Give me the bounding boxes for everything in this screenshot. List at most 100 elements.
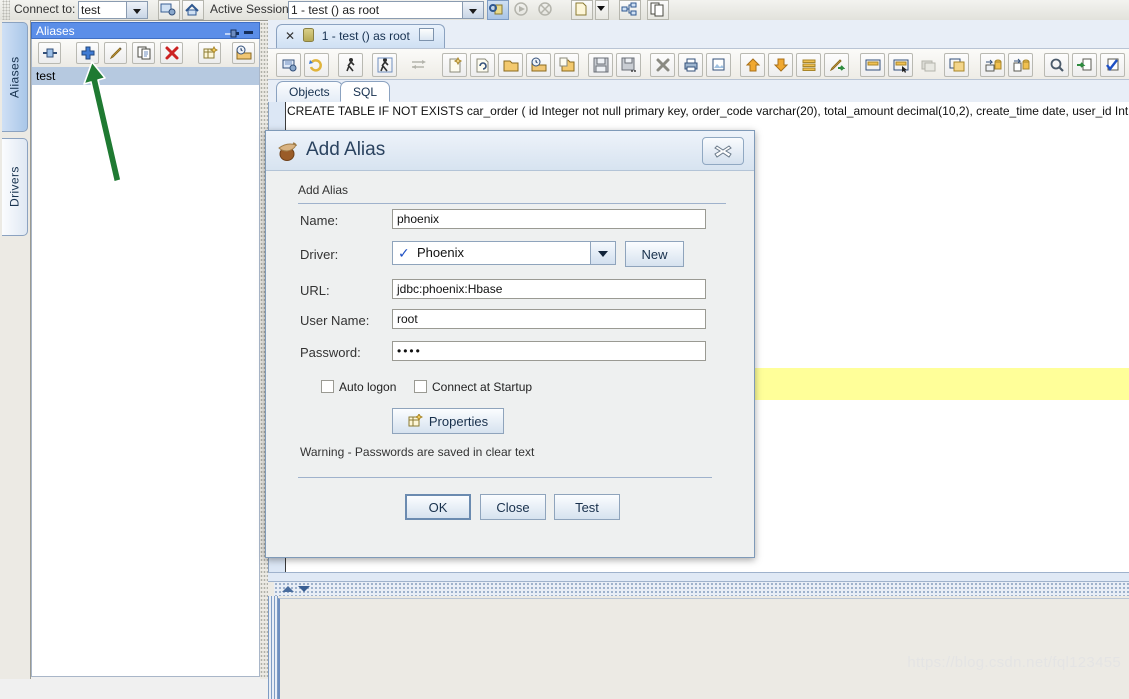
open-file-icon[interactable] — [498, 53, 523, 77]
sidebar-item-drivers[interactable]: Drivers — [2, 138, 28, 236]
stop-icon[interactable] — [535, 0, 557, 20]
list-item[interactable]: test — [32, 67, 259, 85]
sql-text: CREATE TABLE IF NOT EXISTS car_order ( i… — [287, 104, 1129, 118]
password-label: Password: — [300, 345, 361, 360]
tab-session-1[interactable]: ✕ 1 - test () as root — [276, 24, 446, 48]
panel-left-icon[interactable] — [860, 53, 885, 77]
sub-tab-label: SQL — [353, 85, 378, 99]
new-table-icon[interactable] — [198, 42, 221, 64]
chevron-down-icon[interactable] — [590, 242, 615, 264]
horizontal-split-divider[interactable] — [268, 572, 1129, 582]
results-header[interactable] — [274, 582, 1129, 596]
connect-session-icon[interactable] — [276, 53, 301, 77]
panel-stack-icon[interactable] — [916, 53, 941, 77]
squirrel-sql-window: Connect to: test Active Session: 1 - tes… — [0, 0, 1129, 699]
validate-icon[interactable] — [1100, 53, 1125, 77]
group-divider — [298, 203, 726, 204]
connect-at-startup-checkbox[interactable] — [414, 380, 427, 393]
left-tab-strip: Aliases Drivers — [0, 20, 31, 679]
move-up-icon[interactable] — [740, 53, 765, 77]
session-toolbar — [268, 48, 1129, 80]
print-preview-icon[interactable] — [706, 53, 731, 77]
sidebar-item-aliases[interactable]: Aliases — [2, 22, 28, 132]
restore-window-icon[interactable] — [419, 28, 435, 41]
open-recent-icon[interactable] — [526, 53, 551, 77]
properties-label: Properties — [428, 413, 489, 429]
save-as-icon[interactable] — [616, 53, 641, 77]
minimize-icon[interactable] — [244, 31, 253, 34]
database-icon — [303, 28, 315, 42]
password-warning: Warning - Passwords are saved in clear t… — [300, 445, 535, 459]
modify-alias-icon[interactable] — [104, 42, 127, 64]
close-icon[interactable] — [702, 137, 744, 165]
driver-combo[interactable]: ✓ Phoenix — [392, 241, 616, 265]
results-body[interactable] — [278, 598, 1129, 699]
edit-script-icon[interactable] — [824, 53, 849, 77]
pin-icon[interactable] — [225, 27, 239, 38]
test-button[interactable]: Test — [554, 494, 620, 520]
hierarchy-icon[interactable] — [619, 0, 641, 20]
collapse-down-icon[interactable] — [298, 586, 310, 592]
new-sql-wizard-icon[interactable] — [470, 53, 495, 77]
run-current-sql-icon[interactable] — [372, 53, 397, 77]
open-recent-icon[interactable] — [232, 42, 255, 64]
copy-alias-icon[interactable] — [132, 42, 155, 64]
tab-sql[interactable]: SQL — [340, 81, 391, 102]
chevron-down-icon[interactable] — [462, 2, 483, 18]
new-file-icon[interactable] — [571, 0, 593, 20]
format-icon[interactable] — [796, 53, 821, 77]
toolbar-grip[interactable] — [2, 0, 10, 20]
username-label: User Name: — [300, 313, 370, 328]
connect-to-combo[interactable]: test — [78, 1, 148, 19]
session-properties-icon[interactable] — [487, 0, 509, 20]
password-input[interactable]: •••• — [392, 341, 706, 361]
name-input[interactable]: phoenix — [392, 209, 706, 229]
tab-objects[interactable]: Objects — [276, 81, 343, 102]
new-driver-button[interactable]: New — [625, 241, 684, 267]
close-session-icon[interactable] — [650, 53, 675, 77]
connect-new-icon[interactable] — [158, 0, 180, 20]
dialog-title: Add Alias — [306, 139, 386, 160]
close-label: Close — [496, 499, 530, 515]
run-icon[interactable] — [511, 0, 533, 20]
aliases-list[interactable]: test — [31, 67, 260, 677]
button-row-divider — [298, 477, 712, 478]
copy-file-icon[interactable] — [554, 53, 579, 77]
auto-logon-checkbox[interactable] — [321, 380, 334, 393]
reconnect-icon[interactable] — [182, 0, 204, 20]
collapse-up-icon[interactable] — [282, 586, 294, 592]
chevron-down-icon[interactable] — [126, 2, 147, 18]
driver-value: Phoenix — [417, 245, 464, 260]
dialog-body: Add Alias Name: phoenix Driver: ✓ Phoeni… — [280, 175, 740, 545]
panel-select-icon[interactable] — [888, 53, 913, 77]
results-rail — [268, 596, 278, 699]
check-icon: ✓ — [398, 245, 410, 261]
ok-button[interactable]: OK — [405, 494, 471, 520]
aliases-toolbar — [31, 39, 260, 67]
new-sql-icon[interactable] — [442, 53, 467, 77]
username-input[interactable]: root — [392, 309, 706, 329]
run-sql-icon[interactable] — [338, 53, 363, 77]
search-icon[interactable] — [1044, 53, 1069, 77]
url-input[interactable]: jdbc:phoenix:Hbase — [392, 279, 706, 299]
close-button[interactable]: Close — [480, 494, 546, 520]
url-label: URL: — [300, 283, 330, 298]
save-icon[interactable] — [588, 53, 613, 77]
print-icon[interactable] — [678, 53, 703, 77]
commit-icon[interactable] — [406, 53, 431, 77]
move-down-icon[interactable] — [768, 53, 793, 77]
add-alias-icon[interactable] — [76, 42, 99, 64]
dropdown-icon[interactable] — [595, 0, 609, 20]
ok-label: OK — [428, 499, 448, 515]
active-session-combo[interactable]: 1 - test () as root — [288, 1, 484, 19]
panel-clone-icon[interactable] — [944, 53, 969, 77]
copy-icon[interactable] — [647, 0, 669, 20]
import-db-icon[interactable] — [980, 53, 1005, 77]
refresh-session-icon[interactable] — [304, 53, 329, 77]
properties-button[interactable]: Properties — [392, 408, 504, 434]
close-icon[interactable]: ✕ — [285, 29, 295, 43]
delete-alias-icon[interactable] — [160, 42, 183, 64]
export-db-icon[interactable] — [1008, 53, 1033, 77]
connect-alias-icon[interactable] — [38, 42, 61, 64]
export-results-icon[interactable] — [1072, 53, 1097, 77]
